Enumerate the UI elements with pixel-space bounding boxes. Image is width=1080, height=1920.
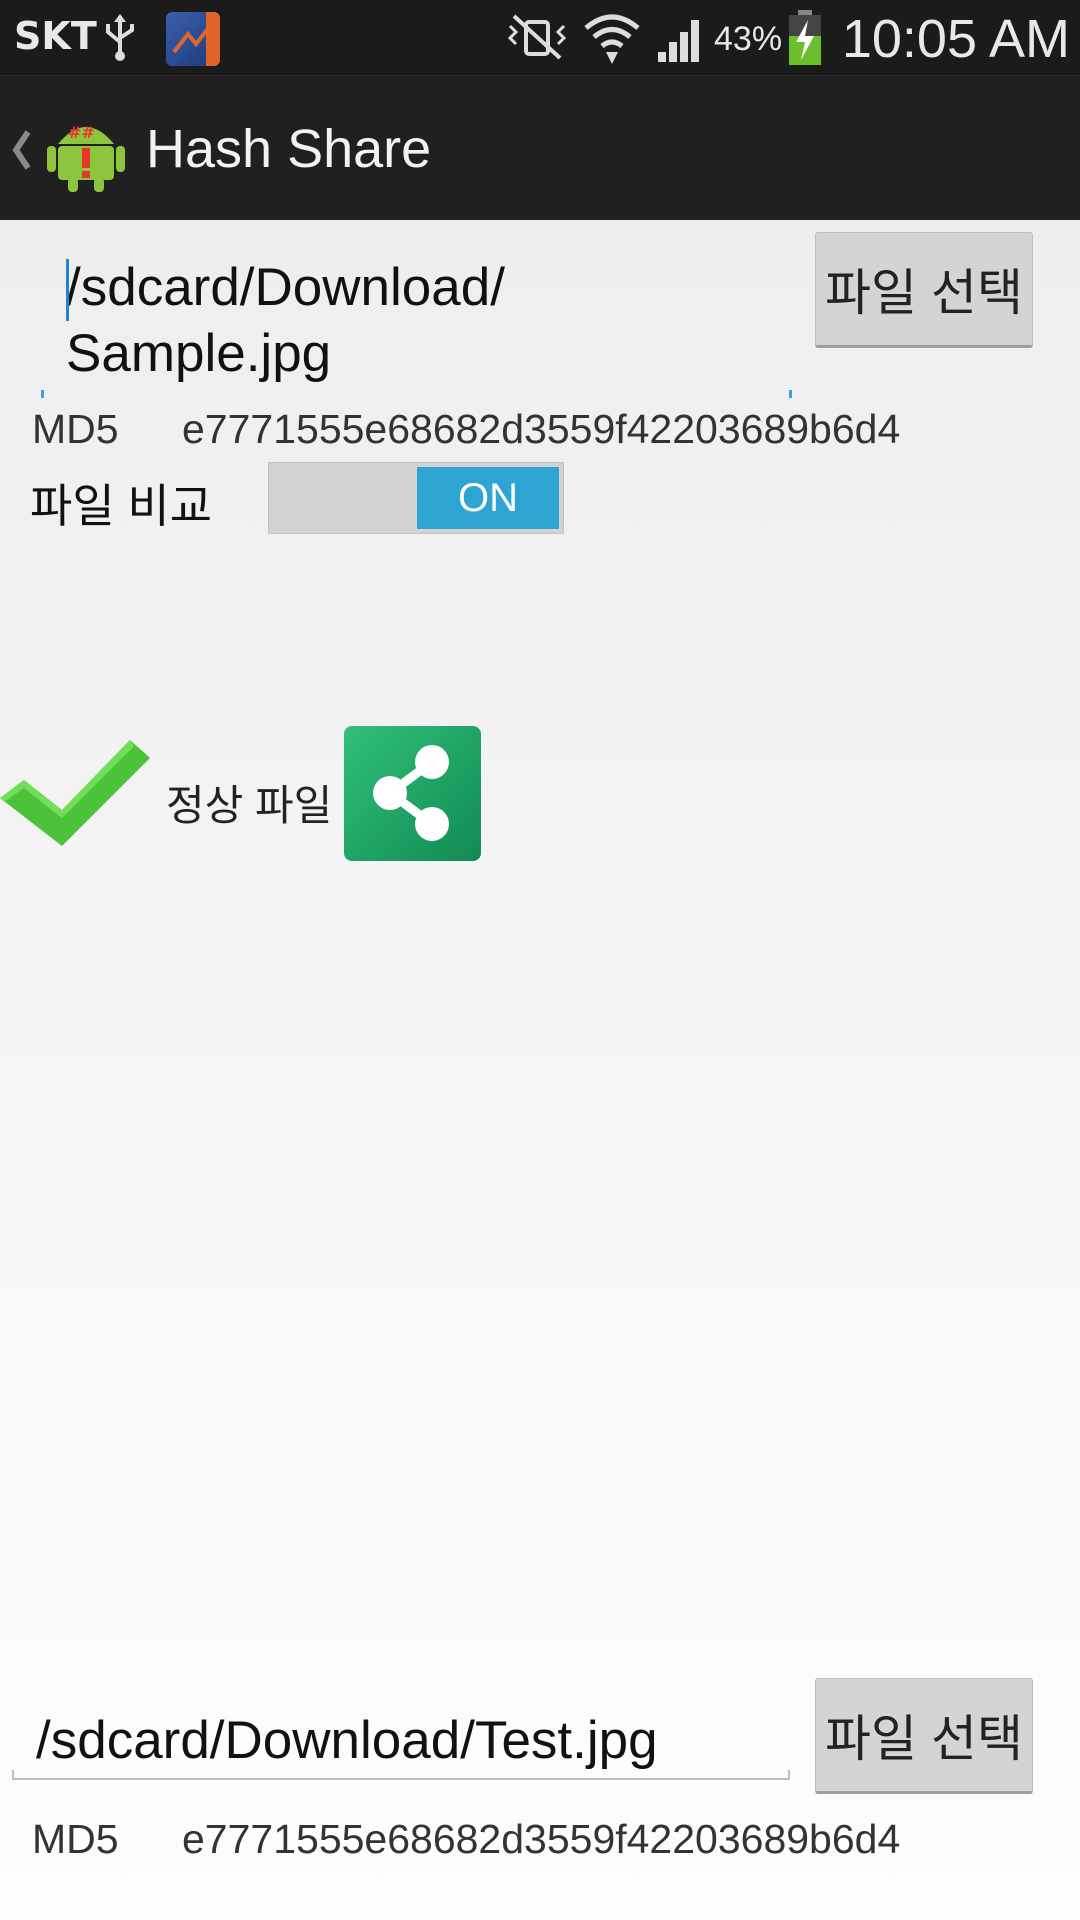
share-button[interactable] xyxy=(344,726,481,861)
file1-md5-row: MD5 e7771555e68682d3559f42203689b6d4 xyxy=(32,406,900,453)
status-bar: SKT 43% 10:05 AM xyxy=(0,0,1080,75)
battery-charging-icon xyxy=(786,10,824,71)
file2-select-button[interactable]: 파일 선택 xyxy=(815,1678,1033,1794)
checkmark-icon xyxy=(0,740,152,855)
text-cursor xyxy=(66,259,69,321)
file2-path-underline xyxy=(12,1770,790,1780)
file1-path-line2: Sample.jpg xyxy=(66,324,332,383)
compare-toggle-state: ON xyxy=(417,467,559,529)
file2-md5-row: MD5 e7771555e68682d3559f42203689b6d4 xyxy=(32,1816,900,1863)
wifi-icon xyxy=(582,10,642,71)
battery-percent: 43% xyxy=(714,20,783,58)
file1-path-line1: /sdcard/Download/ xyxy=(66,258,505,317)
vibrate-mute-icon xyxy=(506,12,568,67)
result-status-text: 정상 파일 xyxy=(166,782,333,829)
file2-path-field[interactable]: /sdcard/Download/Test.jpg xyxy=(36,1710,658,1771)
svg-text:##: ## xyxy=(68,123,95,142)
usb-icon xyxy=(102,12,138,67)
file1-select-button[interactable]: 파일 선택 xyxy=(815,232,1033,348)
signal-icon xyxy=(656,14,706,69)
notification-app-icon xyxy=(166,12,220,66)
share-icon xyxy=(373,745,449,841)
android-hash-logo-icon[interactable]: ## xyxy=(46,104,126,199)
file2-md5-label: MD5 xyxy=(32,1816,119,1862)
action-bar: ## Hash Share xyxy=(0,75,1080,220)
app-title: Hash Share xyxy=(146,119,432,179)
file1-md5-label: MD5 xyxy=(32,406,119,452)
file1-path-field[interactable]: /sdcard/Download/ Sample.jpg xyxy=(66,255,766,387)
carrier-label: SKT xyxy=(14,14,97,58)
status-clock: 10:05 AM xyxy=(841,9,1070,69)
compare-toggle[interactable]: ON xyxy=(268,462,564,534)
compare-label: 파일 비교 xyxy=(30,480,213,532)
file2-md5-value: e7771555e68682d3559f42203689b6d4 xyxy=(182,1816,901,1862)
file1-md5-value: e7771555e68682d3559f42203689b6d4 xyxy=(182,406,901,452)
up-chevron-icon[interactable] xyxy=(10,128,34,177)
